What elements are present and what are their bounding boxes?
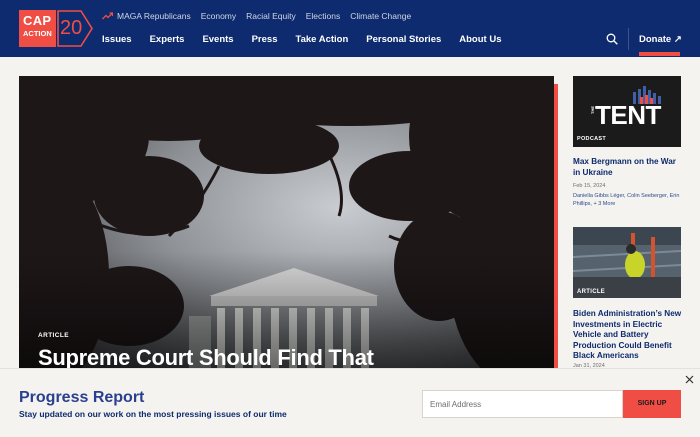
nav-item-experts[interactable]: Experts	[150, 34, 185, 45]
header-divider	[628, 28, 629, 50]
article-label: ARTICLE	[577, 289, 606, 295]
topic-link[interactable]: Economy	[201, 11, 236, 21]
card-date: Feb 15, 2024	[573, 183, 606, 189]
hero-accent-bar	[554, 84, 558, 368]
cap-action-logo[interactable]: CAP ACTION 20	[19, 10, 93, 47]
nav-item-events[interactable]: Events	[202, 34, 233, 45]
podcast-label: PODCAST	[577, 136, 606, 142]
logo-number: 20	[60, 17, 83, 39]
newsletter-title: Progress Report	[19, 389, 145, 406]
email-field[interactable]: Email Address	[422, 390, 623, 418]
nav-item-press[interactable]: Press	[252, 34, 278, 45]
nav-item-about-us[interactable]: About Us	[459, 34, 501, 45]
main-nav: Issues Experts Events Press Take Action …	[102, 34, 519, 45]
trending-topics: MAGA Republicans Economy Racial Equity E…	[102, 10, 421, 22]
hero-image[interactable]	[19, 76, 554, 368]
podcast-name: TENT	[595, 100, 661, 130]
topic-link[interactable]: Elections	[306, 11, 341, 21]
nav-item-issues[interactable]: Issues	[102, 34, 132, 45]
newsletter-banner: Progress Report Stay updated on our work…	[0, 368, 700, 437]
podcast-thumbnail[interactable]: THE TENT PODCAST	[573, 76, 681, 147]
sign-up-button[interactable]: SIGN UP	[623, 390, 681, 418]
logo-number-block: 20	[57, 10, 93, 47]
topic-link[interactable]: MAGA Republicans	[117, 11, 191, 21]
topic-link[interactable]: Racial Equity	[246, 11, 296, 21]
logo-mark: CAP ACTION	[19, 10, 56, 47]
card-title[interactable]: Biden Administration’s New Investments i…	[573, 309, 685, 362]
site-header: CAP ACTION 20 MAGA Republicans Economy R…	[0, 0, 700, 57]
topic-link[interactable]: Climate Change	[350, 11, 411, 21]
nav-item-personal-stories[interactable]: Personal Stories	[366, 34, 441, 45]
close-icon[interactable]	[685, 375, 694, 384]
hero-tag: ARTICLE	[38, 332, 69, 339]
article-thumbnail[interactable]	[573, 227, 681, 298]
donate-button[interactable]: Donate ↗	[639, 34, 682, 45]
logo-line2: ACTION	[23, 29, 52, 38]
trending-icon	[102, 12, 113, 20]
donate-underline	[639, 52, 680, 56]
card-authors[interactable]: Daniella Gibbs Léger, Colin Seeberger, E…	[573, 192, 683, 208]
card-title[interactable]: Max Bergmann on the War in Ukraine	[573, 157, 685, 178]
nav-item-take-action[interactable]: Take Action	[295, 34, 348, 45]
search-icon[interactable]	[606, 33, 618, 45]
newsletter-subtitle: Stay updated on our work on the most pre…	[19, 409, 287, 419]
logo-line1: CAP	[23, 13, 52, 28]
